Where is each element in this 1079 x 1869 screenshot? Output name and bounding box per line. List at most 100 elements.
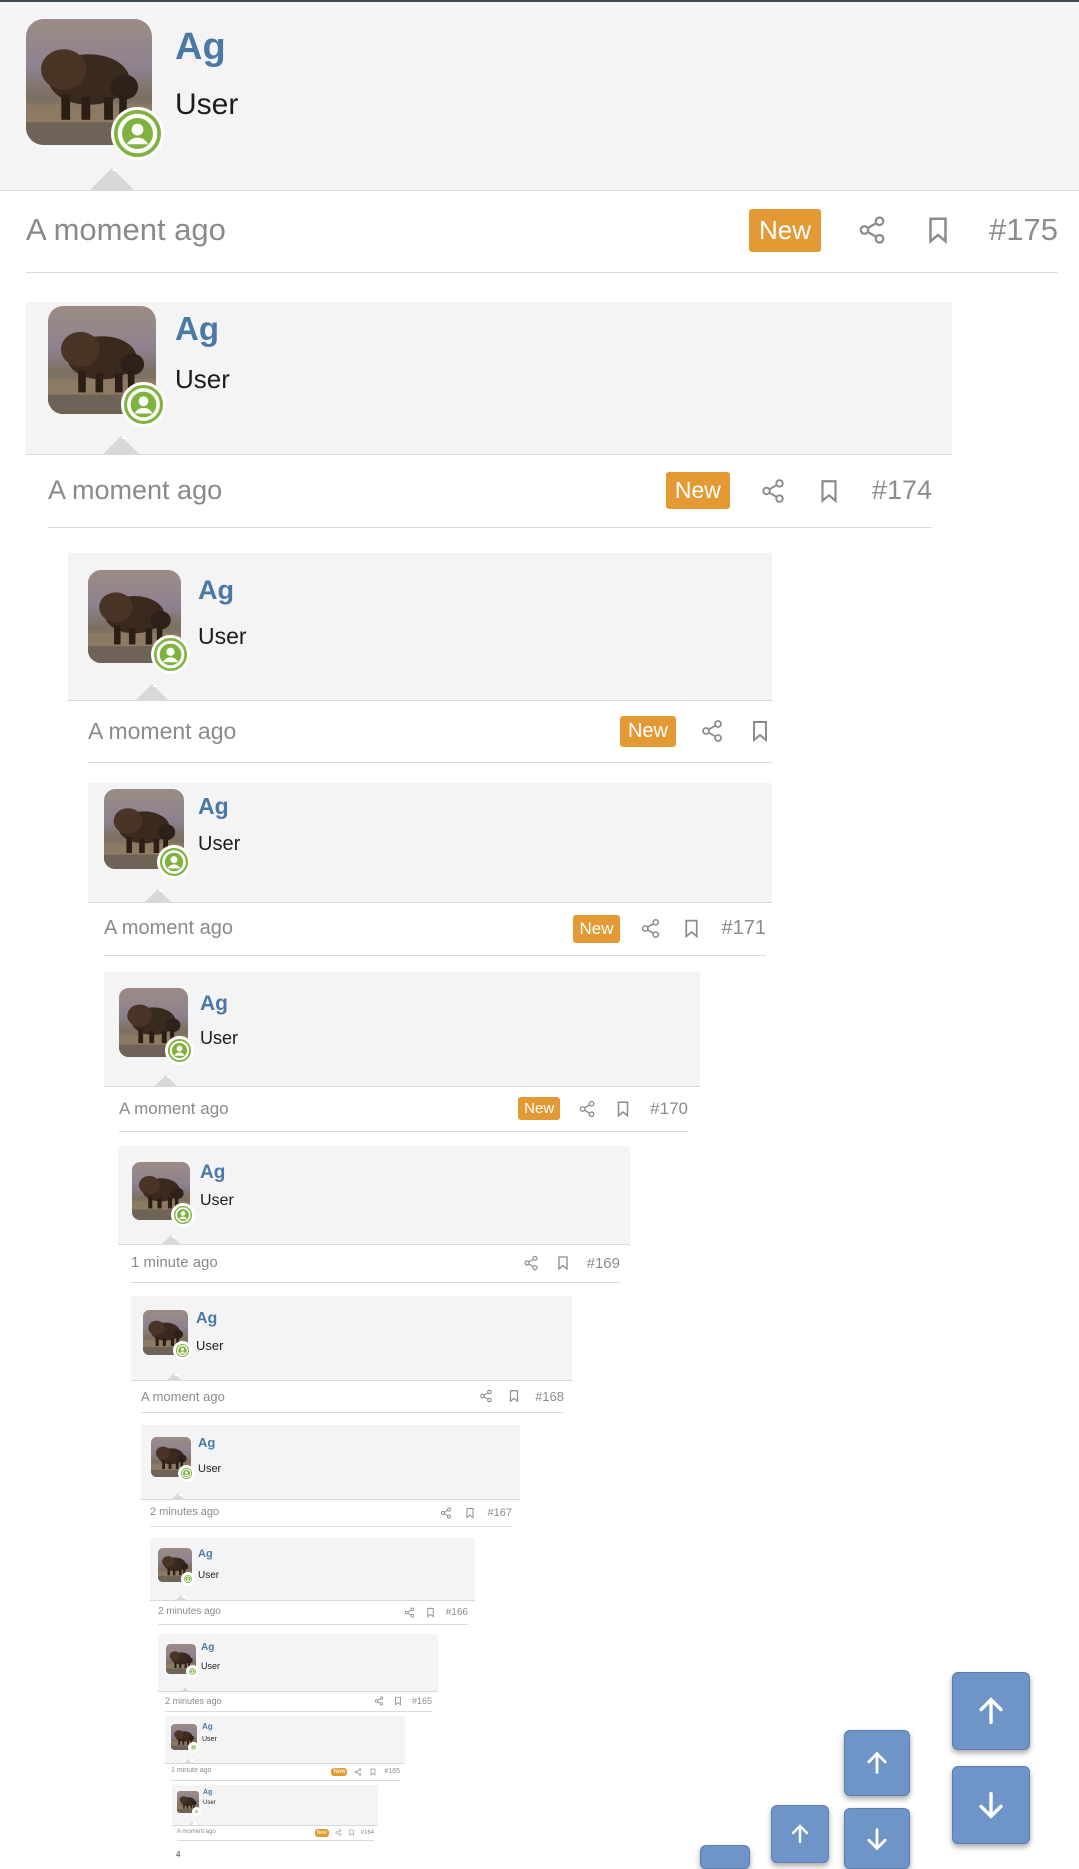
post-timestamp[interactable]: 2 minutes ago: [150, 1506, 219, 1518]
post: Ag User A moment ago New #174: [26, 302, 952, 528]
new-badge: New: [573, 914, 620, 943]
post-actions: #166: [404, 1600, 468, 1624]
post-number-link[interactable]: #165: [384, 1768, 400, 1775]
user-title: User: [200, 1192, 234, 1209]
post-timestamp[interactable]: A moment ago: [48, 475, 222, 506]
post-actions: New #165: [331, 1763, 400, 1780]
post-number-link[interactable]: #166: [446, 1607, 468, 1618]
post-meta-bar: A moment ago #168: [141, 1380, 564, 1413]
bookmark-icon[interactable]: [425, 1607, 436, 1618]
username-link[interactable]: Ag: [175, 310, 219, 348]
user-online-icon: [110, 106, 164, 160]
new-badge: New: [331, 1767, 348, 1776]
username-link[interactable]: Ag: [198, 1548, 213, 1560]
post-timestamp[interactable]: 2 minutes ago: [158, 1606, 221, 1617]
post-header: Ag User: [158, 1634, 438, 1692]
post-timestamp[interactable]: 1 minute ago: [171, 1767, 211, 1774]
share-icon[interactable]: [354, 1767, 362, 1776]
bookmark-icon[interactable]: [464, 1507, 476, 1519]
scroll-top-button[interactable]: [771, 1805, 829, 1863]
user-online-icon: [188, 1742, 200, 1754]
scroll-bottom-button[interactable]: [952, 1766, 1030, 1844]
username-link[interactable]: Ag: [202, 1722, 213, 1731]
post-timestamp[interactable]: A moment ago: [177, 1829, 216, 1835]
share-icon[interactable]: [479, 1389, 493, 1403]
post-meta-bar: A moment ago New: [88, 700, 772, 763]
share-icon[interactable]: [578, 1100, 596, 1118]
post: Ag User 2 minutes ago #166: [150, 1538, 475, 1625]
user-online-icon: [185, 1664, 199, 1678]
username-link[interactable]: Ag: [198, 793, 229, 820]
post-number-link[interactable]: #170: [650, 1099, 688, 1119]
post: Ag User 2 minutes ago #165: [158, 1634, 438, 1712]
post-number-link[interactable]: #169: [587, 1255, 620, 1272]
post-header: Ag User: [104, 972, 700, 1087]
post-actions: New #170: [518, 1086, 688, 1131]
bookmark-icon[interactable]: [681, 918, 702, 939]
post-actions: #168: [479, 1380, 564, 1412]
user-online-icon: [177, 1464, 195, 1482]
scroll-button[interactable]: [700, 1845, 750, 1869]
post-meta-bar: 2 minutes ago #167: [150, 1499, 512, 1527]
post: Ag User A moment ago New #164: [172, 1785, 378, 1841]
post-timestamp[interactable]: 1 minute ago: [131, 1254, 218, 1271]
new-badge: New: [518, 1097, 561, 1120]
post: Ag User 1 minute ago #169: [118, 1146, 630, 1283]
post-timestamp[interactable]: A moment ago: [119, 1099, 229, 1119]
scroll-top-button[interactable]: [952, 1672, 1030, 1750]
user-title: User: [175, 88, 239, 121]
username-link[interactable]: Ag: [200, 992, 228, 1016]
post-timestamp[interactable]: A moment ago: [26, 212, 226, 248]
bookmark-icon[interactable]: [369, 1768, 377, 1776]
post-number-link[interactable]: #165: [412, 1696, 432, 1706]
scroll-top-button[interactable]: [844, 1730, 910, 1796]
post-number-link[interactable]: #168: [535, 1389, 564, 1404]
new-badge: New: [619, 715, 676, 747]
share-icon[interactable]: [857, 215, 887, 245]
post-number-link[interactable]: #174: [872, 475, 932, 506]
username-link[interactable]: Ag: [196, 1310, 217, 1328]
scroll-bottom-button[interactable]: [844, 1808, 910, 1869]
post-actions: New #174: [665, 454, 932, 527]
share-icon[interactable]: [760, 478, 786, 504]
post-timestamp[interactable]: A moment ago: [88, 718, 236, 745]
share-icon[interactable]: [640, 918, 661, 939]
username-link[interactable]: Ag: [198, 1435, 215, 1450]
username-link[interactable]: Ag: [198, 575, 234, 606]
bookmark-icon[interactable]: [555, 1255, 571, 1271]
share-icon[interactable]: [374, 1696, 384, 1706]
user-title: User: [196, 1338, 224, 1353]
share-icon[interactable]: [404, 1607, 415, 1618]
post-timestamp[interactable]: A moment ago: [104, 917, 233, 940]
share-icon[interactable]: [335, 1829, 342, 1836]
post-timestamp[interactable]: 2 minutes ago: [165, 1696, 222, 1706]
bookmark-icon[interactable]: [816, 478, 842, 504]
share-icon[interactable]: [523, 1255, 539, 1271]
share-icon[interactable]: [440, 1507, 452, 1519]
username-link[interactable]: Ag: [201, 1642, 214, 1653]
bookmark-icon[interactable]: [507, 1389, 521, 1403]
bookmark-icon[interactable]: [393, 1696, 403, 1706]
post-number-link[interactable]: #167: [488, 1507, 512, 1519]
post-number-link[interactable]: #164: [361, 1830, 374, 1836]
bookmark-icon[interactable]: [748, 719, 772, 743]
post-header: Ag User: [150, 1538, 475, 1601]
user-online-icon: [191, 1806, 201, 1816]
username-link[interactable]: Ag: [203, 1789, 212, 1796]
bookmark-icon[interactable]: [614, 1100, 632, 1118]
bookmark-icon[interactable]: [923, 215, 953, 245]
post-meta-bar: 1 minute ago New #165: [171, 1763, 400, 1781]
post: Ag User 1 minute ago New #165: [165, 1716, 405, 1781]
header-pointer: [102, 436, 140, 455]
username-link[interactable]: Ag: [175, 26, 226, 69]
arrow-down-icon: [867, 1827, 887, 1850]
post: Ag User A moment ago New: [68, 553, 772, 763]
username-link[interactable]: Ag: [200, 1162, 225, 1184]
bookmark-icon[interactable]: [348, 1829, 355, 1836]
post-number-link[interactable]: #171: [722, 917, 767, 940]
share-icon[interactable]: [700, 719, 724, 743]
post-meta-bar: A moment ago New #175: [26, 188, 1058, 273]
post-number-link[interactable]: #175: [989, 212, 1058, 248]
post-timestamp[interactable]: A moment ago: [141, 1389, 225, 1404]
new-badge: New: [749, 208, 822, 252]
